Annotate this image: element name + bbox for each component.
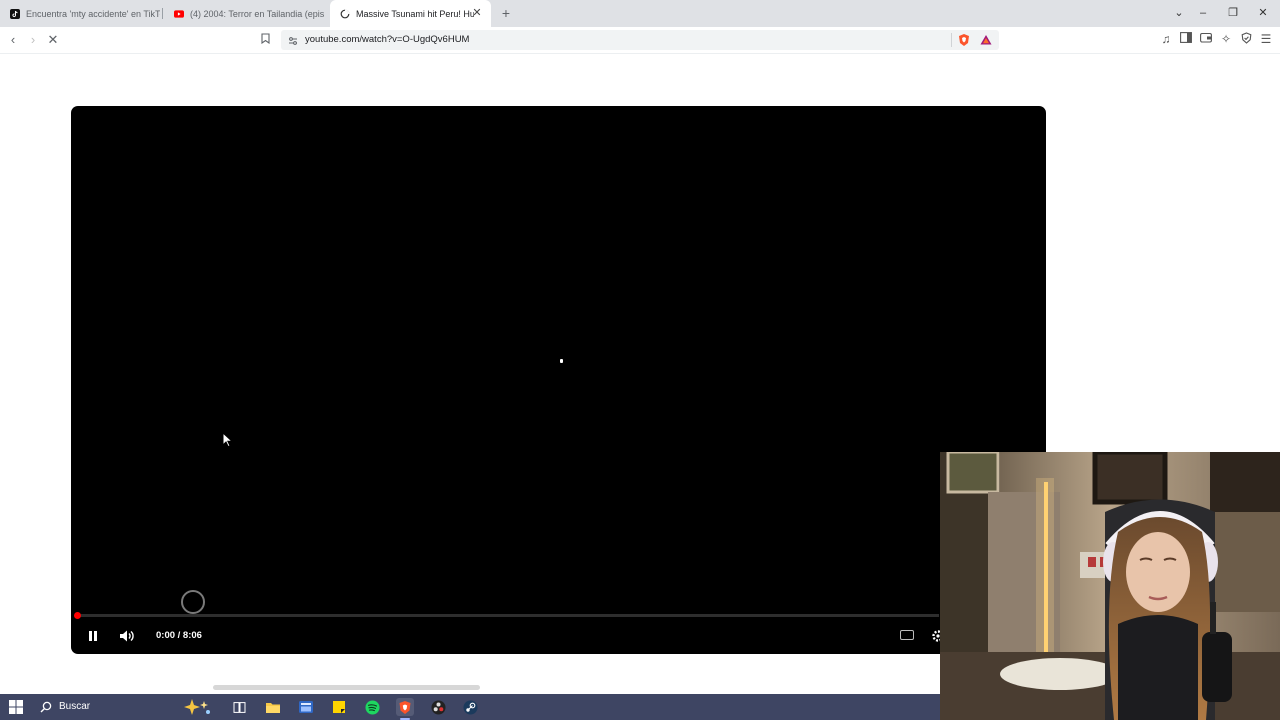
obs-icon[interactable] <box>429 698 447 716</box>
address-bar[interactable]: youtube.com/watch?v=O-UgdQv6HUM <box>281 30 999 50</box>
wallet-icon[interactable] <box>1199 32 1213 46</box>
webcam-feed-image <box>940 452 1280 720</box>
tab-active-video[interactable]: Massive Tsunami hit Peru! Huge ✕ <box>330 0 491 27</box>
tab-label: Massive Tsunami hit Peru! Huge <box>356 8 474 19</box>
tiktok-icon <box>10 8 20 19</box>
loading-indicator <box>560 359 563 363</box>
divider <box>951 33 952 47</box>
vpn-shield-icon[interactable] <box>1239 32 1253 46</box>
brave-shields-icon[interactable] <box>957 33 971 47</box>
video-player[interactable]: 0:00 / 8:06 <box>71 106 1046 654</box>
menu-icon[interactable]: ☰ <box>1259 32 1273 46</box>
stop-loading-icon[interactable]: ✕ <box>45 32 61 48</box>
leo-ai-icon[interactable]: ✧ <box>1219 32 1233 46</box>
youtube-icon <box>174 9 184 19</box>
subtitles-icon[interactable] <box>900 630 914 640</box>
webcam-overlay <box>940 452 1280 720</box>
search-icon <box>40 701 52 713</box>
horizontal-scrollbar[interactable] <box>213 685 480 690</box>
url-text[interactable]: youtube.com/watch?v=O-UgdQv6HUM <box>305 34 469 45</box>
progress-scrubber[interactable] <box>74 612 81 619</box>
app-icon[interactable] <box>297 698 315 716</box>
sticky-notes-icon[interactable] <box>330 698 348 716</box>
pause-icon <box>89 631 97 641</box>
tab-divider <box>162 8 163 19</box>
volume-button[interactable] <box>117 626 137 646</box>
forward-icon[interactable]: › <box>25 32 41 48</box>
close-window-icon[interactable]: ✕ <box>1254 5 1272 21</box>
search-highlight-icon <box>184 699 210 715</box>
steam-icon[interactable] <box>461 698 479 716</box>
windows-start-icon[interactable] <box>9 700 23 714</box>
browser-toolbar: ‹ › ✕ youtube.com/watch?v=O-UgdQv6HUM ♫ … <box>0 27 1280 54</box>
task-view-icon[interactable] <box>230 698 248 716</box>
taskbar-search[interactable]: Buscar <box>32 696 222 718</box>
tab-tiktok[interactable]: Encuentra 'mty accidente' en TikTok | <box>0 0 160 27</box>
mouse-cursor-icon <box>222 432 234 448</box>
close-tab-icon[interactable]: ✕ <box>471 7 483 19</box>
sidebar-icon[interactable] <box>1179 32 1193 46</box>
bookmark-icon[interactable] <box>257 32 273 48</box>
brave-rewards-icon[interactable] <box>979 33 993 47</box>
scrub-preview-ring <box>181 590 205 614</box>
spotify-icon[interactable] <box>363 698 381 716</box>
back-icon[interactable]: ‹ <box>5 32 21 48</box>
file-explorer-icon[interactable] <box>264 698 282 716</box>
volume-icon <box>120 630 134 642</box>
loading-icon <box>340 9 350 19</box>
progress-bar[interactable] <box>79 614 939 617</box>
tab-youtube[interactable]: (4) 2004: Terror en Tailandia (episodi <box>164 0 324 27</box>
minimize-icon[interactable]: – <box>1194 5 1212 21</box>
new-tab-icon[interactable]: + <box>499 6 513 20</box>
search-label: Buscar <box>59 701 91 712</box>
pause-button[interactable] <box>83 626 103 646</box>
brave-icon[interactable] <box>396 698 414 720</box>
tab-search-chevron-icon[interactable]: ⌄ <box>1170 5 1188 21</box>
site-info-icon[interactable] <box>287 34 299 46</box>
tab-label: Encuentra 'mty accidente' en TikTok | <box>26 8 160 19</box>
windows-taskbar: Buscar <box>0 694 940 720</box>
tab-label: (4) 2004: Terror en Tailandia (episodi <box>190 8 324 19</box>
media-icon[interactable]: ♫ <box>1159 32 1173 46</box>
restore-icon[interactable]: ❐ <box>1224 5 1242 21</box>
time-display: 0:00 / 8:06 <box>156 630 202 641</box>
tab-strip: Encuentra 'mty accidente' en TikTok | (4… <box>0 0 1280 27</box>
